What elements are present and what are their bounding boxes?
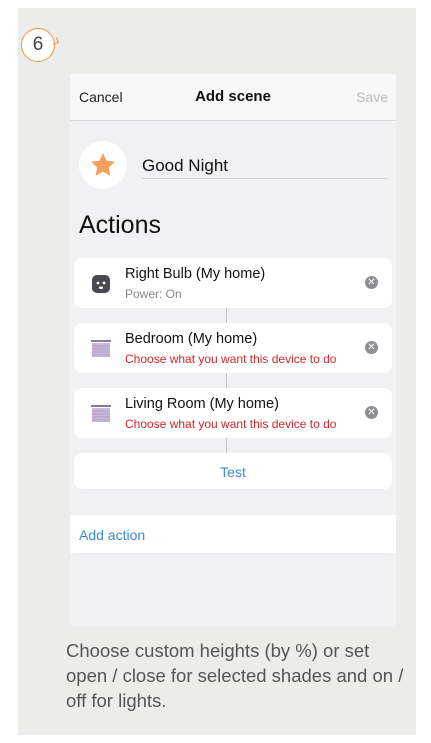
caption-text: Choose custom heights (by %) or set open…: [66, 640, 404, 711]
action-connector: [226, 373, 227, 388]
test-label: Test: [220, 464, 246, 480]
name-field-underline: [142, 178, 388, 179]
instruction-card: 6 Cancel Add scene Save Good Night Actio…: [18, 8, 416, 735]
action-connector: [226, 308, 227, 323]
scene-name-field[interactable]: Good Night: [142, 156, 228, 176]
remove-icon[interactable]: ✕: [365, 406, 378, 419]
remove-icon[interactable]: ✕: [365, 276, 378, 289]
star-icon: [91, 153, 115, 176]
navigation-bar: Cancel Add scene Save: [70, 74, 396, 121]
add-action-label: Add action: [79, 527, 146, 543]
action-connector: [226, 438, 227, 453]
action-item[interactable]: Right Bulb (My home) Power: On ✕: [74, 258, 392, 308]
step-number-badge: 6: [21, 28, 55, 62]
action-subtitle: Choose what you want this device to do: [125, 417, 337, 431]
add-action-button[interactable]: Add action: [70, 515, 396, 553]
action-subtitle: Power: On: [125, 287, 182, 301]
page-title: Add scene: [195, 88, 271, 105]
step-number: 6: [32, 34, 44, 55]
save-button[interactable]: Save: [356, 89, 388, 105]
phone-screen: Cancel Add scene Save Good Night Actions…: [70, 74, 396, 626]
action-title: Living Room (My home): [125, 396, 279, 412]
bulb-socket-icon: [92, 275, 110, 293]
action-title: Bedroom (My home): [125, 331, 258, 347]
action-subtitle: Choose what you want this device to do: [125, 352, 337, 366]
actions-heading: Actions: [79, 211, 161, 239]
shade-icon: [91, 340, 111, 357]
remove-icon[interactable]: ✕: [365, 341, 378, 354]
test-button[interactable]: Test: [74, 453, 392, 489]
shade-icon: [91, 405, 111, 422]
action-title: Right Bulb (My home): [125, 266, 266, 282]
scene-icon-button[interactable]: [79, 141, 127, 189]
action-item[interactable]: Bedroom (My home) Choose what you want t…: [74, 323, 392, 373]
action-item[interactable]: Living Room (My home) Choose what you wa…: [74, 388, 392, 438]
